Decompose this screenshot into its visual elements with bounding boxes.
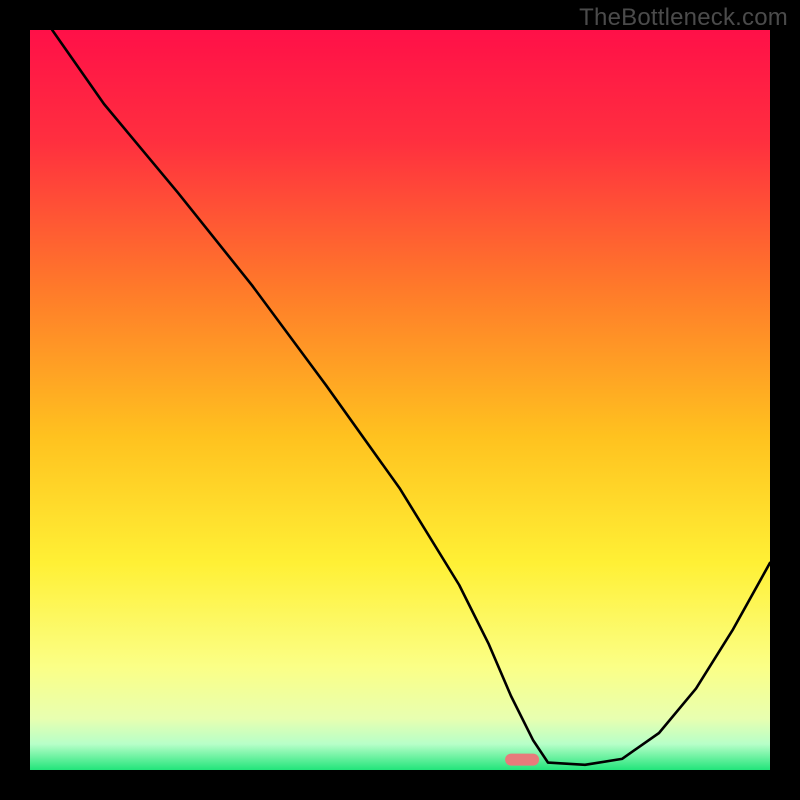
plot-area: [30, 30, 770, 770]
gradient-background: [30, 30, 770, 770]
plot-svg: [30, 30, 770, 770]
chart-frame: TheBottleneck.com: [0, 0, 800, 800]
optimal-marker: [505, 754, 539, 766]
watermark-label: TheBottleneck.com: [579, 4, 788, 32]
